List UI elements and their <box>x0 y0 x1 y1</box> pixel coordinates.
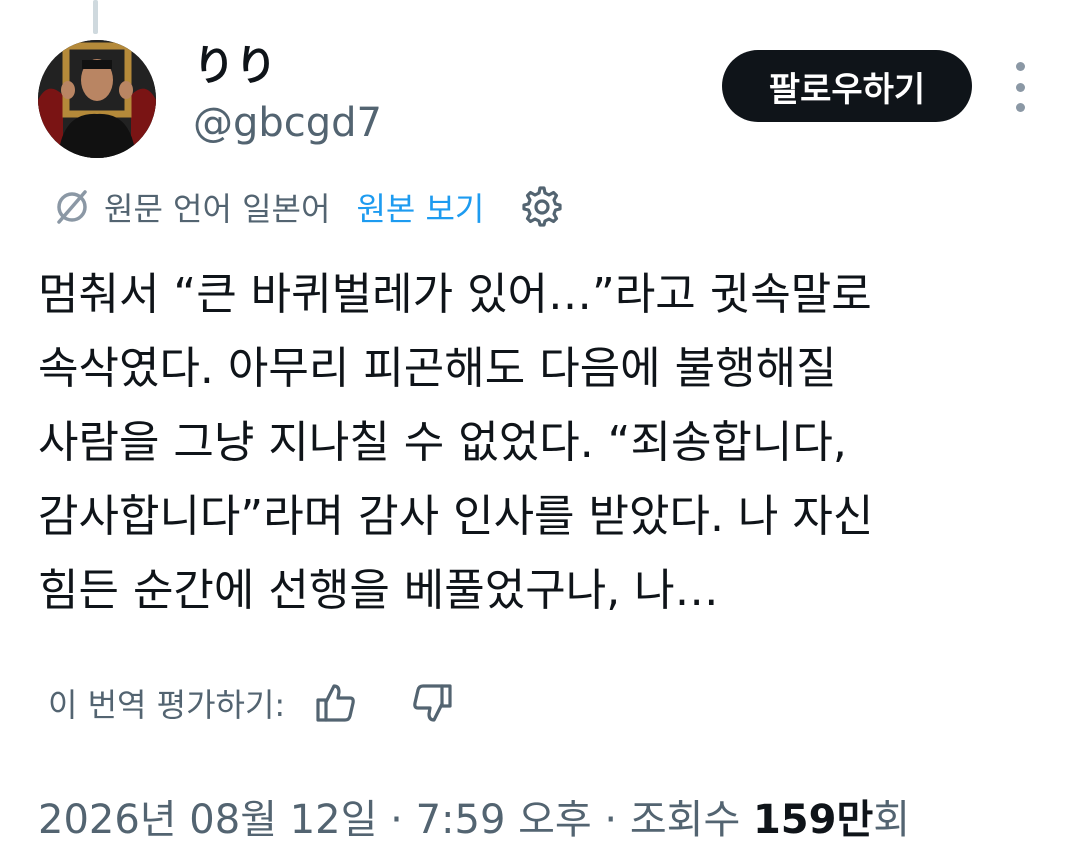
tweet-text-line: 감사합니다”라며 감사 인사를 받았다. 나 자신 <box>38 491 874 542</box>
tweet-meta: 2026년 08월 12일 · 7:59 오후 · 조회수 159만회 <box>38 792 910 848</box>
author-handle[interactable]: @gbcgd7 <box>193 98 382 148</box>
more-dot <box>1015 103 1025 112</box>
thumbs-down-icon <box>413 684 452 722</box>
rate-translation-bar: 이 번역 평가하기: <box>48 676 457 730</box>
translation-bar: 원문 언어 일본어 원본 보기 <box>52 180 564 234</box>
thread-connector-line <box>93 0 98 34</box>
thumbs-up-icon <box>316 684 356 722</box>
tweet-text-line: 속삭였다. 아무리 피곤해도 다음에 불행해질 <box>38 343 837 394</box>
translate-icon <box>57 190 87 224</box>
tweet-timestamp[interactable]: 2026년 08월 12일 · 7:59 오후 · 조회수 <box>38 797 753 843</box>
avatar[interactable] <box>38 40 156 158</box>
more-dot <box>1015 82 1025 92</box>
more-dot <box>1015 62 1025 71</box>
view-original-link[interactable]: 원본 보기 <box>356 184 484 230</box>
follow-button[interactable]: 팔로우하기 <box>722 50 972 122</box>
author-display-name[interactable]: りり <box>193 40 277 92</box>
rate-translation-label: 이 번역 평가하기: <box>48 686 286 724</box>
more-options-icon[interactable] <box>1004 62 1036 112</box>
avatar-image <box>38 40 156 158</box>
tweet-text-line: 힘든 순간에 선행을 베풀었구나, 나… <box>38 565 719 616</box>
tweet-text-line: 사람을 그냥 지나칠 수 없었다. “죄송합니다, <box>38 417 847 468</box>
views-suffix: 회 <box>873 797 911 843</box>
thumbs-down-button[interactable] <box>407 678 457 728</box>
source-language-label: 원문 언어 일본어 <box>104 190 331 228</box>
thumbs-up-button[interactable] <box>311 678 361 728</box>
gear-icon[interactable] <box>520 185 564 229</box>
tweet-text: 멈춰서 “큰 바퀴벌레가 있어…”라고 귓속말로 속삭였다. 아무리 피곤해도 … <box>38 258 1048 628</box>
tweet-text-line: 멈춰서 “큰 바퀴벌레가 있어…”라고 귓속말로 <box>38 269 872 320</box>
views-count: 159만 <box>752 797 874 843</box>
